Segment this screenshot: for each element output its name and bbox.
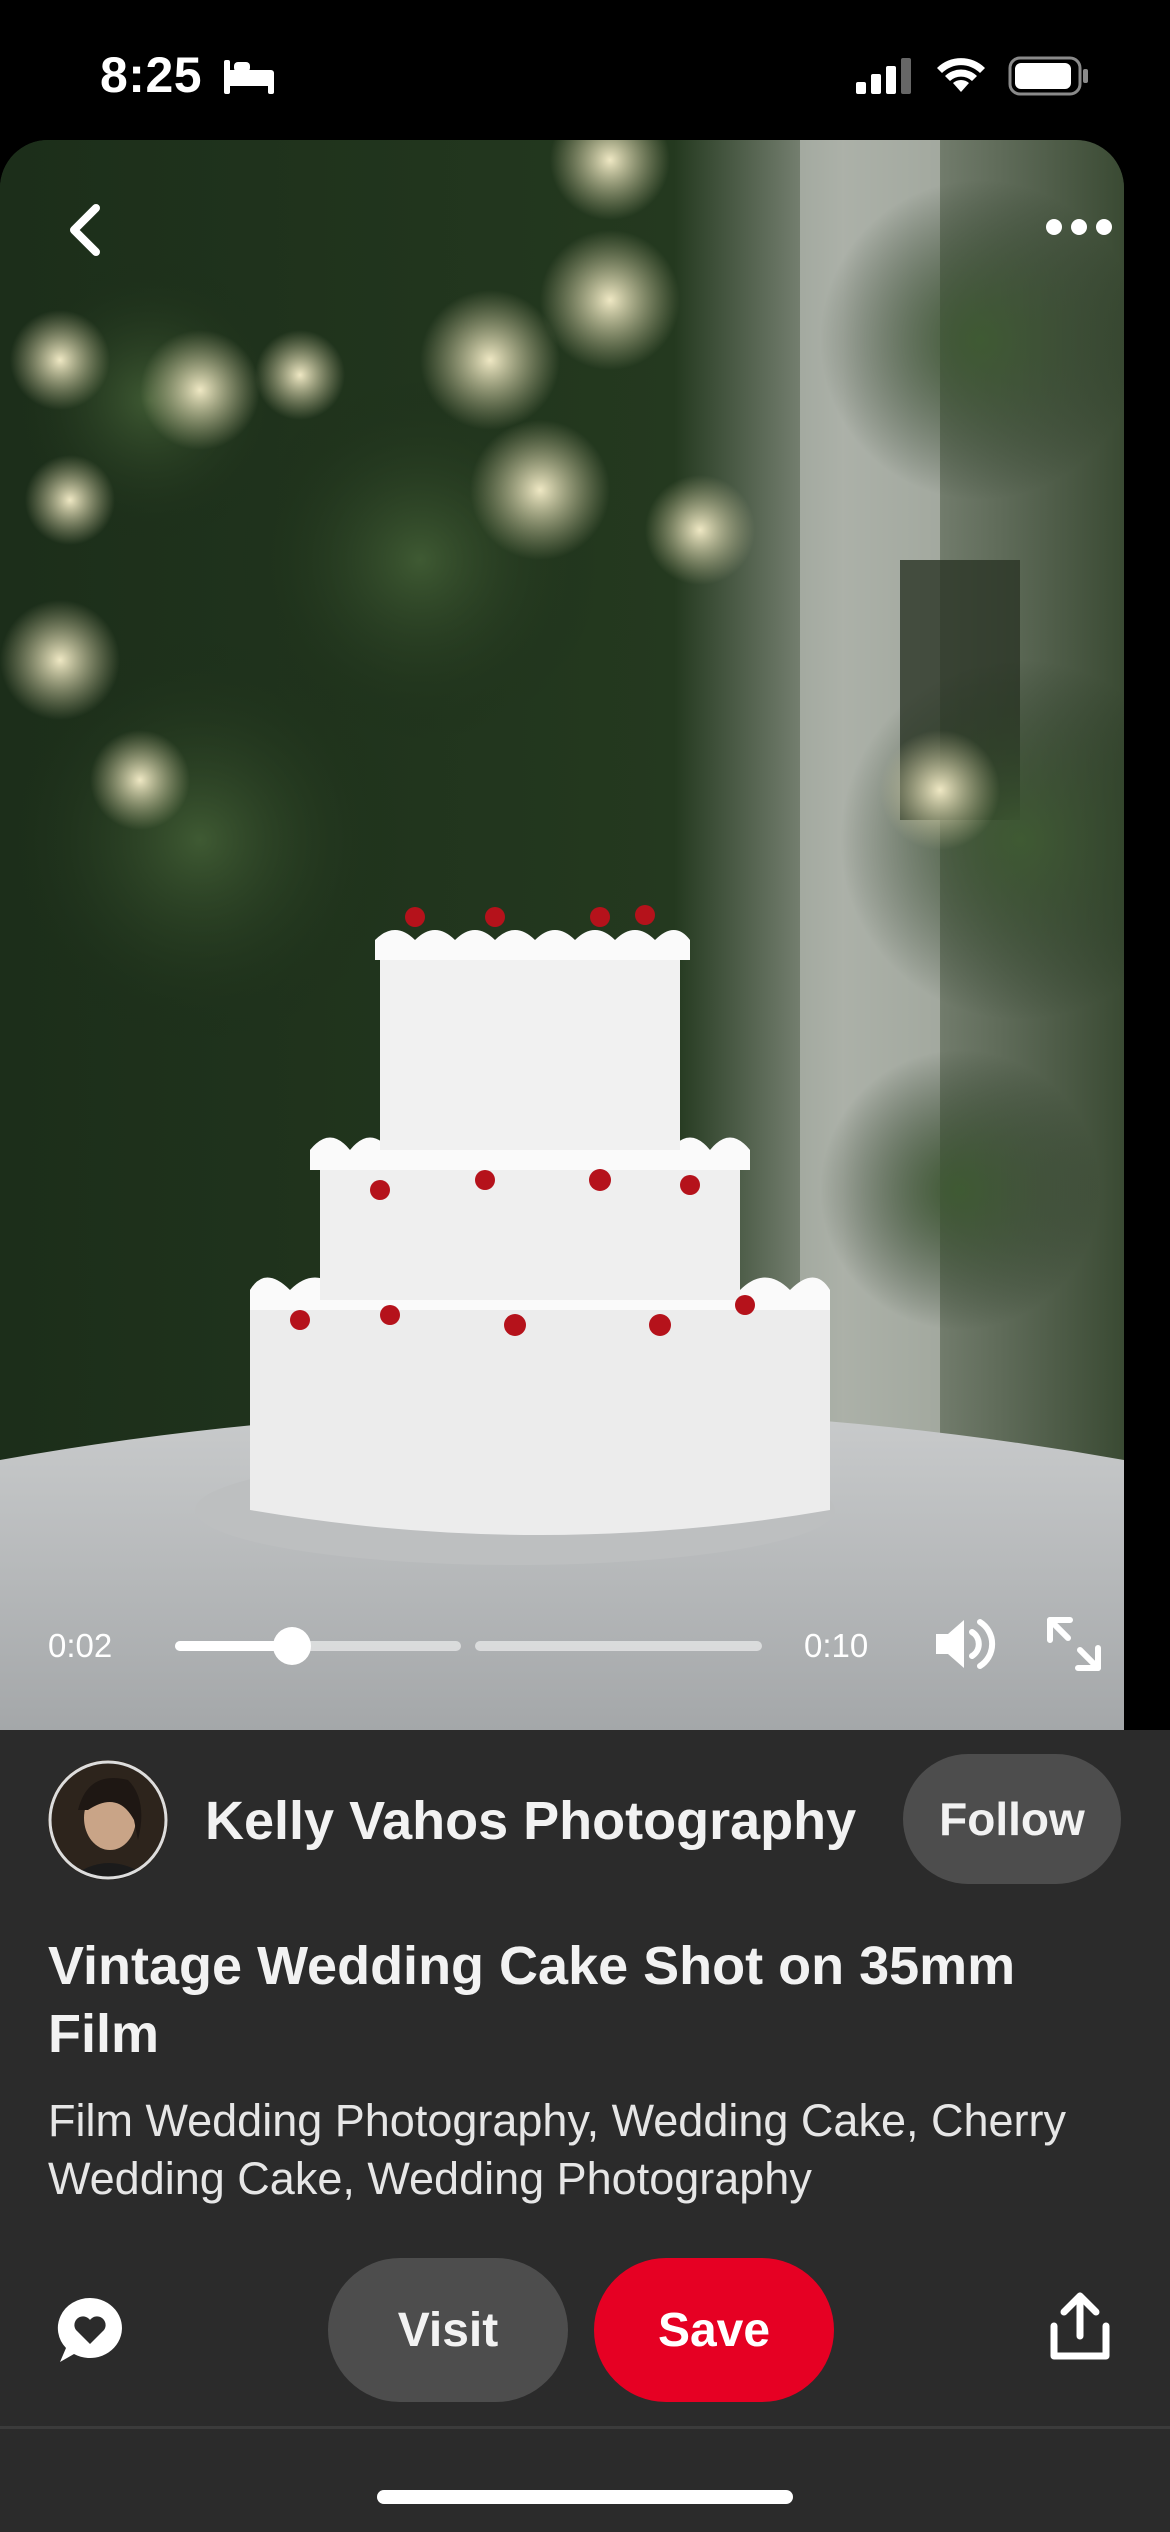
expand-icon[interactable]	[1044, 1614, 1104, 1674]
video-player[interactable]	[0, 140, 1124, 1730]
progress-bar[interactable]	[175, 1627, 762, 1665]
progress-segment	[175, 1641, 461, 1651]
volume-icon[interactable]	[932, 1614, 998, 1674]
pin-tags[interactable]: Film Wedding Photography, Wedding Cake, …	[48, 2092, 1128, 2208]
save-button[interactable]: Save	[594, 2258, 834, 2402]
follow-button[interactable]: Follow	[903, 1754, 1121, 1884]
avatar[interactable]	[48, 1760, 168, 1880]
progress-segment	[475, 1641, 762, 1651]
wifi-icon	[937, 58, 985, 92]
cellular-signal-icon	[856, 58, 911, 94]
status-bar: 8:25	[0, 0, 1170, 150]
video-frame	[0, 140, 1124, 1730]
share-icon[interactable]	[1048, 2292, 1112, 2362]
home-indicator[interactable]	[377, 2490, 793, 2504]
total-time: 0:10	[804, 1627, 869, 1664]
status-icons	[856, 56, 1090, 96]
more-options-icon[interactable]	[1044, 212, 1114, 242]
battery-icon	[1008, 56, 1088, 96]
chevron-left-icon[interactable]	[58, 200, 118, 260]
pin-title: Vintage Wedding Cake Shot on 35mm Film	[48, 1936, 1016, 2064]
status-time: 8:25	[100, 47, 203, 103]
visit-button[interactable]: Visit	[328, 2258, 568, 2402]
creator-name[interactable]: Kelly Vahos Photography	[205, 1790, 856, 1852]
current-time: 0:02	[48, 1627, 113, 1664]
bed-icon	[224, 60, 274, 94]
avatar-image	[48, 1760, 168, 1880]
bottom-bar	[0, 2429, 1170, 2532]
comment-heart-icon[interactable]	[54, 2294, 126, 2366]
